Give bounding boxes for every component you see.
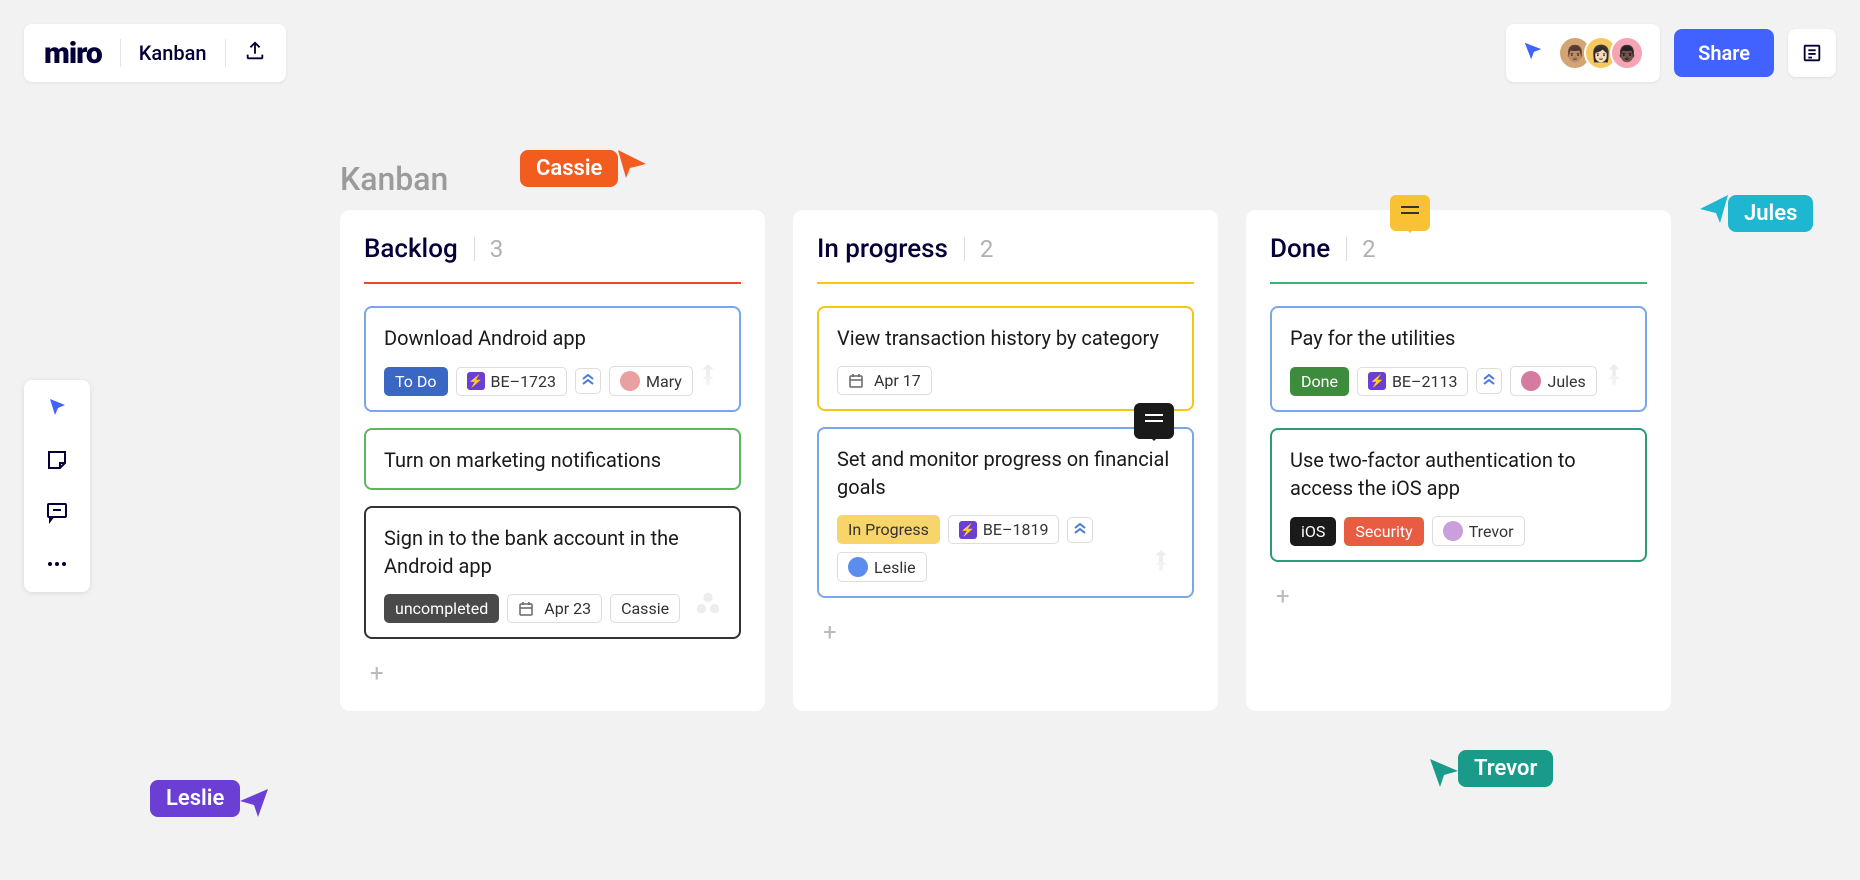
assignee-tag: Jules <box>1510 366 1596 396</box>
kanban-column[interactable]: Backlog 3 Download Android app To Do ⚡BE–1… <box>340 210 765 711</box>
column-title[interactable]: Backlog <box>364 234 458 264</box>
status-tag: Security <box>1344 517 1423 546</box>
asana-icon <box>693 589 723 623</box>
ticket-tag: ⚡BE–2113 <box>1357 367 1469 396</box>
column-count: 2 <box>964 235 994 263</box>
kanban-card[interactable]: View transaction history by category Apr… <box>817 306 1194 411</box>
card-title: Use two-factor authentication to access … <box>1290 446 1627 502</box>
share-button[interactable]: Share <box>1674 29 1774 77</box>
card-title: Sign in to the bank account in the Andro… <box>384 524 721 580</box>
status-tag: To Do <box>384 367 448 396</box>
activity-button[interactable] <box>1788 29 1836 77</box>
comment-bubble[interactable] <box>1390 195 1430 231</box>
comment-bubble[interactable] <box>1134 403 1174 439</box>
miro-logo: miro <box>44 36 102 71</box>
jira-icon <box>1146 548 1176 582</box>
sticky-note-tool[interactable] <box>43 446 71 474</box>
left-toolbar <box>24 380 90 592</box>
assignee-tag: Mary <box>609 366 693 396</box>
canvas-frame-title[interactable]: Kanban <box>340 160 448 198</box>
kanban-card[interactable]: Turn on marketing notifications <box>364 428 741 490</box>
kanban-column[interactable]: Done 2 Pay for the utilities Done ⚡BE–2113… <box>1246 210 1671 711</box>
jira-icon <box>1599 362 1629 396</box>
board-name[interactable]: Kanban <box>139 41 207 65</box>
kanban-column[interactable]: In progress 2 View transaction history b… <box>793 210 1218 711</box>
kanban-card[interactable]: Pay for the utilities Done ⚡BE–2113 Jules <box>1270 306 1647 412</box>
ticket-tag: ⚡BE–1819 <box>948 515 1060 544</box>
add-card-button[interactable]: + <box>364 655 741 691</box>
cursor-label: Jules <box>1728 195 1813 232</box>
jira-icon <box>693 362 723 396</box>
avatar[interactable]: 👨🏿 <box>1610 36 1644 70</box>
status-tag: In Progress <box>837 515 940 544</box>
kanban-card[interactable]: Sign in to the bank account in the Andro… <box>364 506 741 639</box>
remote-cursor: Cassie <box>520 150 646 187</box>
add-card-button[interactable]: + <box>817 614 1194 650</box>
comment-tool[interactable] <box>43 498 71 526</box>
card-title: Pay for the utilities <box>1290 324 1627 352</box>
kanban-card[interactable]: Use two-factor authentication to access … <box>1270 428 1647 562</box>
priority-icon <box>575 368 601 394</box>
priority-icon <box>1476 368 1502 394</box>
board-header: miro Kanban <box>24 24 286 82</box>
remote-cursor: Leslie <box>150 780 268 817</box>
status-tag: uncompleted <box>384 594 499 623</box>
status-tag: Done <box>1290 367 1349 396</box>
cursor-mode-icon[interactable] <box>1522 40 1544 66</box>
card-title: View transaction history by category <box>837 324 1174 352</box>
priority-icon <box>1067 517 1093 543</box>
select-tool[interactable] <box>43 394 71 422</box>
remote-cursor: Trevor <box>1430 750 1553 787</box>
cursor-label: Trevor <box>1458 750 1553 787</box>
kanban-card[interactable]: Set and monitor progress on financial go… <box>817 427 1194 598</box>
add-card-button[interactable]: + <box>1270 578 1647 614</box>
remote-cursor: Jules <box>1700 195 1813 232</box>
more-tools[interactable] <box>43 550 71 578</box>
card-title: Turn on marketing notifications <box>384 446 721 474</box>
status-tag: iOS <box>1290 517 1336 546</box>
kanban-card[interactable]: Download Android app To Do ⚡BE–1723 Mary <box>364 306 741 412</box>
card-title: Download Android app <box>384 324 721 352</box>
cursor-label: Leslie <box>150 780 240 817</box>
column-title[interactable]: In progress <box>817 234 948 264</box>
ticket-tag: ⚡BE–1723 <box>456 367 568 396</box>
column-count: 2 <box>1346 235 1376 263</box>
text-tag: Cassie <box>610 594 680 623</box>
divider <box>120 39 121 67</box>
assignee-tag: Trevor <box>1432 516 1525 546</box>
collaborator-avatars[interactable]: 👨🏽 👩🏻 👨🏿 <box>1558 36 1644 70</box>
collaborators-box: 👨🏽 👩🏻 👨🏿 <box>1506 24 1660 82</box>
date-tag: Apr 17 <box>837 366 932 395</box>
export-icon[interactable] <box>244 40 266 66</box>
cursor-label: Cassie <box>520 150 618 187</box>
date-tag: Apr 23 <box>507 594 602 623</box>
column-count: 3 <box>474 235 504 263</box>
column-title[interactable]: Done <box>1270 234 1330 264</box>
assignee-tag: Leslie <box>837 552 927 582</box>
divider <box>225 39 226 67</box>
card-title: Set and monitor progress on financial go… <box>837 445 1174 501</box>
